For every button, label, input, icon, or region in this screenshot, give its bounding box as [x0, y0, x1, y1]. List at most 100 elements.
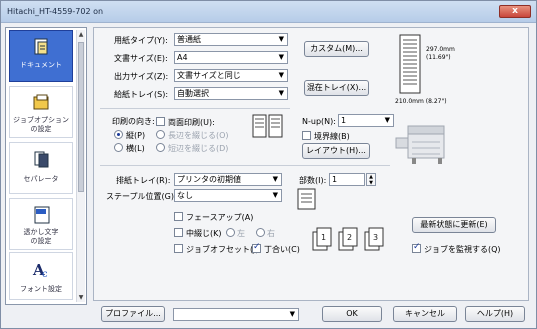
window-title: Hitachi_HT-4559-702 on	[7, 7, 104, 16]
copies-input[interactable]: 1	[329, 173, 365, 186]
sidebar-item-document[interactable]: ドキュメント	[9, 30, 73, 82]
staple-label: ステープル位置(G):	[106, 192, 177, 201]
punch-left-label: 左	[237, 229, 245, 238]
update-status-button[interactable]: 最新状態に更新(E)	[412, 217, 496, 233]
paper-width: 210.0mm (8.27")	[395, 98, 447, 105]
staple-select[interactable]: なし ▼	[174, 189, 282, 202]
punch-left-radio[interactable]	[226, 228, 235, 237]
settings-panel: 用紙タイプ(Y): 普通紙 ▼ 文書サイズ(E): A4 ▼ 出力サイズ(Z): 文…	[93, 27, 529, 301]
copies-stepper[interactable]: ▲ ▼	[366, 173, 376, 186]
doc-size-select[interactable]: A4 ▼	[174, 51, 288, 64]
down-arrow-icon[interactable]: ▼	[369, 180, 373, 186]
paper-tray-label: 給紙トレイ(S):	[114, 90, 169, 99]
sidebar-item-label: フォント設定	[20, 285, 62, 293]
chevron-down-icon: ▼	[272, 191, 278, 199]
border-label: 境界線(B)	[314, 132, 350, 141]
chevron-down-icon: ▼	[278, 35, 284, 43]
portrait-radio[interactable]	[114, 130, 123, 139]
paper-height: 297.0mm	[426, 46, 455, 53]
punch-checkbox[interactable]	[174, 228, 183, 237]
duplex-checkbox[interactable]	[156, 117, 165, 126]
close-icon: x	[512, 6, 518, 16]
chevron-down-icon: ▼	[278, 89, 284, 97]
mixed-tray-button[interactable]: 混在トレイ(X)...	[304, 80, 369, 96]
monitor-job-label: ジョブを監視する(Q)	[424, 245, 501, 254]
print-properties-window: Hitachi_HT-4559-702 on x ドキュメント ジョブオプション…	[0, 0, 537, 329]
paper-preview-icon	[399, 34, 421, 94]
nup-select[interactable]: 1 ▼	[338, 114, 394, 127]
custom-button[interactable]: カスタム(M)...	[304, 41, 369, 57]
punch-right-radio[interactable]	[256, 228, 265, 237]
sidebar-item-separator[interactable]: セパレータ	[9, 142, 73, 194]
ok-button[interactable]: OK	[322, 306, 382, 322]
output-tray-label: 排紙トレイ(R):	[116, 176, 171, 185]
svg-text:2: 2	[347, 233, 352, 242]
monitor-job-checkbox[interactable]	[412, 242, 421, 253]
border-checkbox[interactable]	[302, 131, 311, 140]
paper-tray-value: 自動選択	[177, 89, 209, 98]
collate-checkbox[interactable]	[252, 242, 261, 253]
orientation-label: 印刷の向き:	[112, 117, 155, 126]
document-icon	[34, 38, 48, 55]
paper-tray-select[interactable]: 自動選択 ▼	[174, 87, 288, 100]
landscape-radio[interactable]	[114, 143, 123, 152]
duplex-preview-icon	[252, 114, 283, 138]
svg-text:1: 1	[321, 233, 326, 242]
svg-text:3: 3	[373, 233, 378, 242]
divider	[100, 165, 390, 166]
chevron-down-icon: ▼	[289, 310, 295, 318]
bottom-bar: プロファイル... ▼ OK キャンセル ヘルプ(H)	[1, 304, 536, 328]
chevron-down-icon: ▼	[384, 116, 390, 124]
output-size-select[interactable]: 文書サイズと同じ ▼	[174, 69, 288, 82]
staple-value: なし	[177, 191, 193, 200]
sidebar-item-label: セパレータ	[23, 175, 59, 183]
duplex-label: 両面印刷(U):	[168, 118, 215, 127]
collate-label: 丁合い(C)	[264, 245, 300, 254]
close-button[interactable]: x	[499, 5, 531, 18]
staple-preview-icon	[297, 188, 316, 210]
sidebar-item-label: ドキュメント	[20, 61, 62, 69]
chevron-down-icon: ▼	[272, 175, 278, 183]
scroll-down-icon[interactable]: ▼	[77, 293, 85, 302]
paper-type-label: 用紙タイプ(Y):	[114, 36, 168, 45]
punch-right-label: 右	[267, 229, 275, 238]
output-size-value: 文書サイズと同じ	[177, 71, 241, 80]
profile-select[interactable]: ▼	[173, 308, 299, 321]
separator-icon	[34, 151, 49, 168]
sidebar-item-font[interactable]: Ac フォント設定	[9, 252, 73, 300]
portrait-label: 縦(P)	[126, 131, 146, 140]
font-icon: Ac	[32, 261, 48, 279]
paper-type-select[interactable]: 普通紙 ▼	[174, 33, 288, 46]
job-offset-checkbox[interactable]	[174, 244, 183, 253]
chevron-down-icon: ▼	[278, 53, 284, 61]
nup-value: 1	[341, 116, 347, 125]
svg-text:c: c	[42, 269, 48, 279]
output-tray-value: プリンタの初期値	[177, 175, 241, 184]
output-tray-select[interactable]: プリンタの初期値 ▼	[174, 173, 282, 186]
profile-button[interactable]: プロファイル...	[101, 306, 165, 322]
help-button[interactable]: ヘルプ(H)	[465, 306, 525, 322]
scroll-thumb[interactable]	[78, 42, 84, 192]
sidebar-item-label: ジョブオプション の設定	[13, 116, 69, 133]
sidebar-item-job-options[interactable]: ジョブオプション の設定	[9, 86, 73, 138]
chevron-down-icon: ▼	[278, 71, 284, 79]
job-options-icon	[33, 94, 49, 110]
cancel-button[interactable]: キャンセル	[393, 306, 457, 322]
output-size-label: 出力サイズ(Z):	[114, 72, 169, 81]
sidebar: ドキュメント ジョブオプション の設定 セパレータ 透かし文字 の設定 Ac フ…	[5, 27, 87, 305]
sidebar-scrollbar[interactable]: ▲ ▼	[76, 30, 85, 302]
sidebar-item-label: 透かし文字 の設定	[23, 228, 59, 245]
scroll-up-icon[interactable]: ▲	[77, 30, 85, 39]
layout-button[interactable]: レイアウト(H)...	[302, 143, 370, 159]
short-edge-label: 短辺を綴じる(D)	[168, 144, 229, 153]
sidebar-item-watermark[interactable]: 透かし文字 の設定	[9, 198, 73, 250]
face-up-checkbox[interactable]	[174, 212, 183, 221]
collate-preview-icon: 1 2 3	[312, 227, 384, 251]
doc-size-label: 文書サイズ(E):	[114, 54, 168, 63]
printer-illustration-icon	[395, 125, 445, 164]
short-edge-radio[interactable]	[156, 143, 165, 152]
job-offset-label: ジョブオフセット(J)	[186, 245, 259, 254]
doc-size-value: A4	[177, 53, 188, 62]
face-up-label: フェースアップ(A)	[186, 213, 254, 222]
long-edge-radio[interactable]	[156, 130, 165, 139]
